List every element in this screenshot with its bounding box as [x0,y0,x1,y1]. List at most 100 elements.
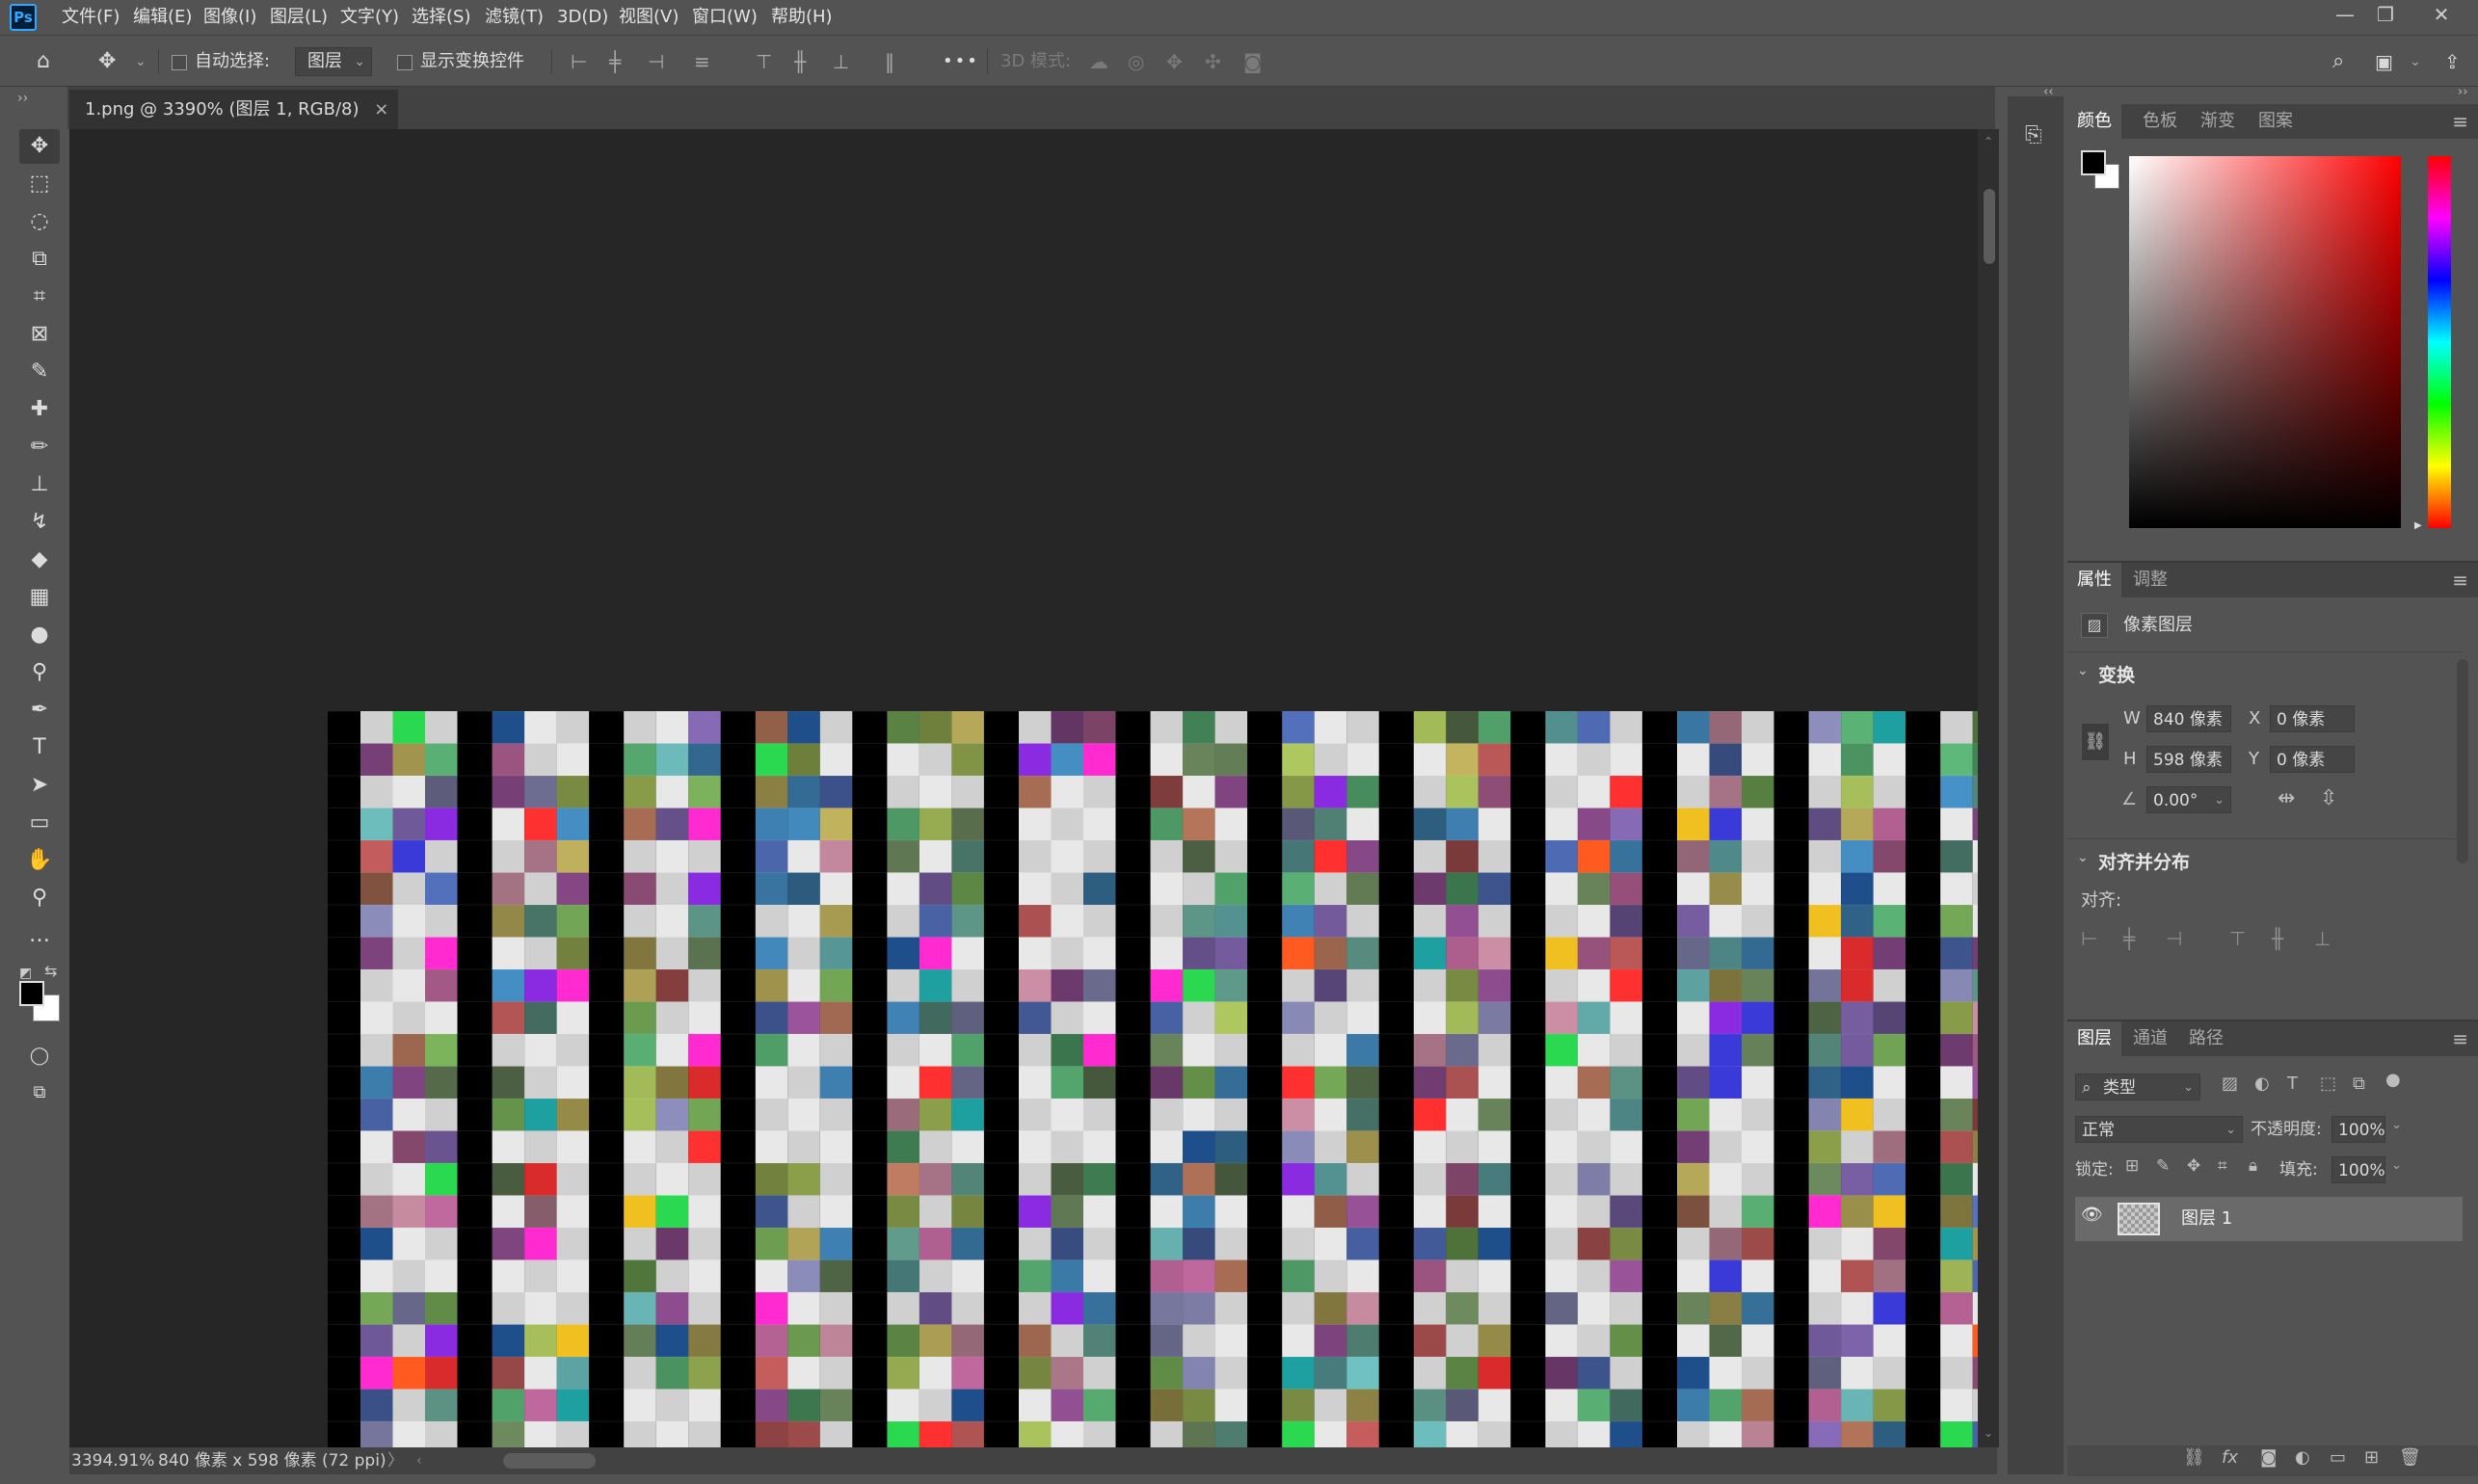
tab-properties[interactable]: 属性 [2067,563,2121,597]
auto-select-checkbox[interactable] [172,55,187,70]
menu-view[interactable]: 视图(V) [619,0,679,35]
distribute-horizontal-icon[interactable]: ‖ [885,36,894,88]
scroll-left-icon[interactable]: ‹ [416,1447,422,1474]
tab-adjustments[interactable]: 调整 [2123,563,2177,597]
search-icon[interactable]: ⌕ [2332,36,2344,88]
align-bottom-icon[interactable]: ⊥ [833,36,849,88]
chevron-down-icon[interactable]: ⌄ [2077,850,2089,865]
collapse-panels-icon[interactable]: ‹‹ [2043,85,2053,99]
link-icon[interactable]: ⛓ [2081,723,2110,761]
hue-slider-handle[interactable]: ▶ [2414,520,2422,531]
filter-type-icon[interactable]: T [2287,1073,2298,1094]
align-right-icon[interactable]: ⊣ [2166,927,2182,950]
filter-shape-icon[interactable]: ⬚ [2320,1073,2336,1094]
document-tab[interactable]: 1.png @ 3390% (图层 1, RGB/8) × [69,90,399,129]
path-select-tool-icon[interactable]: ➤ [19,768,60,803]
zoom-tool-icon[interactable]: ⚲ [19,881,60,915]
align-right-icon[interactable]: ⊣ [648,36,664,88]
panel-menu-icon[interactable]: ≡ [2452,563,2468,597]
distribute-vertical-icon[interactable]: ≡ [694,36,710,88]
collapse-toolbar-icon[interactable]: ›› [17,91,28,106]
align-horizontal-center-icon[interactable]: ╪ [609,36,621,88]
filter-smart-object-icon[interactable]: ⧉ [2353,1073,2365,1094]
expand-panels-icon[interactable]: ›› [2458,85,2467,99]
menu-3d[interactable]: 3D(D) [557,0,608,35]
menu-image[interactable]: 图像(I) [203,0,256,35]
panel-menu-icon[interactable]: ≡ [2452,1021,2468,1056]
chevron-down-icon[interactable]: ⌄ [2391,1158,2402,1173]
new-layer-icon[interactable]: ⊞ [2364,1447,2379,1468]
tab-color[interactable]: 颜色 [2067,104,2121,139]
eyedropper-tool-icon[interactable]: ✎ [19,355,60,389]
align-left-icon[interactable]: ⊢ [571,36,587,88]
menu-file[interactable]: 文件(F) [62,0,120,35]
crop-tool-icon[interactable]: ⌗ [19,279,60,314]
menu-type[interactable]: 文字(Y) [340,0,399,35]
lock-all-icon[interactable]: 🔒︎ [2249,1156,2257,1176]
rectangle-tool-icon[interactable]: ▭ [19,806,60,840]
swap-colors-icon[interactable]: ⇆ [44,962,57,980]
menu-layer[interactable]: 图层(L) [270,0,328,35]
align-horizontal-center-icon[interactable]: ╪ [2123,927,2135,950]
marquee-tool-icon[interactable]: ⬚ [19,167,60,201]
chevron-down-icon[interactable]: ⌄ [135,36,147,88]
align-top-icon[interactable]: ⊤ [2229,927,2246,950]
blur-tool-icon[interactable]: ● [19,618,60,652]
dodge-tool-icon[interactable]: ⚲ [19,655,60,690]
foreground-color-swatch[interactable] [19,981,44,1006]
gradient-tool-icon[interactable]: ▦ [19,580,60,615]
tab-patterns[interactable]: 图案 [2249,104,2303,139]
object-select-tool-icon[interactable]: ⧉ [19,242,60,277]
history-panel-icon[interactable]: ⎘ [2025,123,2042,147]
tab-swatches[interactable]: 色板 [2133,104,2187,139]
vertical-scrollbar[interactable] [1978,129,1999,1447]
brush-tool-icon[interactable]: ✏ [19,430,60,464]
show-transform-checkbox[interactable] [397,55,413,70]
clone-stamp-tool-icon[interactable]: ⊥ [19,467,60,502]
y-field[interactable]: 0 像素 [2270,746,2355,773]
width-field[interactable]: 840 像素 [2146,705,2231,732]
type-tool-icon[interactable]: T [19,730,60,765]
lasso-tool-icon[interactable]: ◌ [19,204,60,239]
auto-select-target-dropdown[interactable]: 图层 ⌄ [295,47,372,76]
close-tab-button[interactable]: × [374,99,388,119]
filter-adjustment-icon[interactable]: ◐ [2254,1073,2270,1094]
share-icon[interactable]: ⇪ [2444,36,2461,88]
fx-icon[interactable]: fx [2222,1447,2238,1468]
fill-field[interactable]: 100% [2331,1156,2385,1183]
menu-window[interactable]: 窗口(W) [692,0,758,35]
link-layers-icon[interactable]: ⛓ [2183,1447,2205,1468]
frame-tool-icon[interactable]: ⊠ [19,317,60,352]
chevron-down-icon[interactable]: ⌄ [2391,1118,2402,1132]
blend-mode-dropdown[interactable]: 正常 ⌄ [2075,1116,2243,1143]
align-top-icon[interactable]: ⊤ [756,36,772,88]
menu-select[interactable]: 选择(S) [412,0,470,35]
restore-button[interactable]: ❐ [2363,0,2408,29]
lock-position-icon[interactable]: ✥ [2187,1156,2200,1176]
tab-layers[interactable]: 图层 [2067,1021,2121,1056]
layer-row[interactable]: 👁︎ 图层 1 [2075,1197,2463,1241]
more-tools-icon[interactable]: … [19,918,60,953]
move-tool-icon[interactable]: ✥ [19,129,60,164]
eye-icon[interactable]: 👁︎ [2081,1205,2103,1225]
vertical-scroll-thumb[interactable] [1984,189,1995,264]
chevron-down-icon[interactable]: ⌄ [2410,36,2421,88]
add-mask-icon[interactable]: ◙ [2260,1447,2277,1468]
panel-menu-icon[interactable]: ≡ [2452,104,2468,139]
chevron-down-icon[interactable]: ⌄ [2077,663,2089,678]
height-field[interactable]: 598 像素 [2146,746,2231,773]
new-group-icon[interactable]: ▭ [2330,1447,2346,1468]
align-vertical-center-icon[interactable]: ╫ [794,36,806,88]
new-adjustment-layer-icon[interactable]: ◐ [2295,1447,2310,1468]
document-canvas[interactable] [328,711,1978,1447]
eraser-tool-icon[interactable]: ◆ [19,543,60,577]
transform-section-title[interactable]: 变换 [2098,661,2135,687]
delete-layer-icon[interactable]: 🗑︎ [2399,1447,2421,1468]
status-menu-arrow[interactable]: 〉 [387,1447,404,1474]
align-vertical-center-icon[interactable]: ╫ [2272,927,2283,950]
default-colors-icon[interactable]: ◩ [19,966,32,981]
tab-gradients[interactable]: 渐变 [2191,104,2245,139]
align-left-icon[interactable]: ⊢ [2081,927,2097,950]
menu-help[interactable]: 帮助(H) [771,0,833,35]
hue-slider[interactable] [2428,156,2451,528]
